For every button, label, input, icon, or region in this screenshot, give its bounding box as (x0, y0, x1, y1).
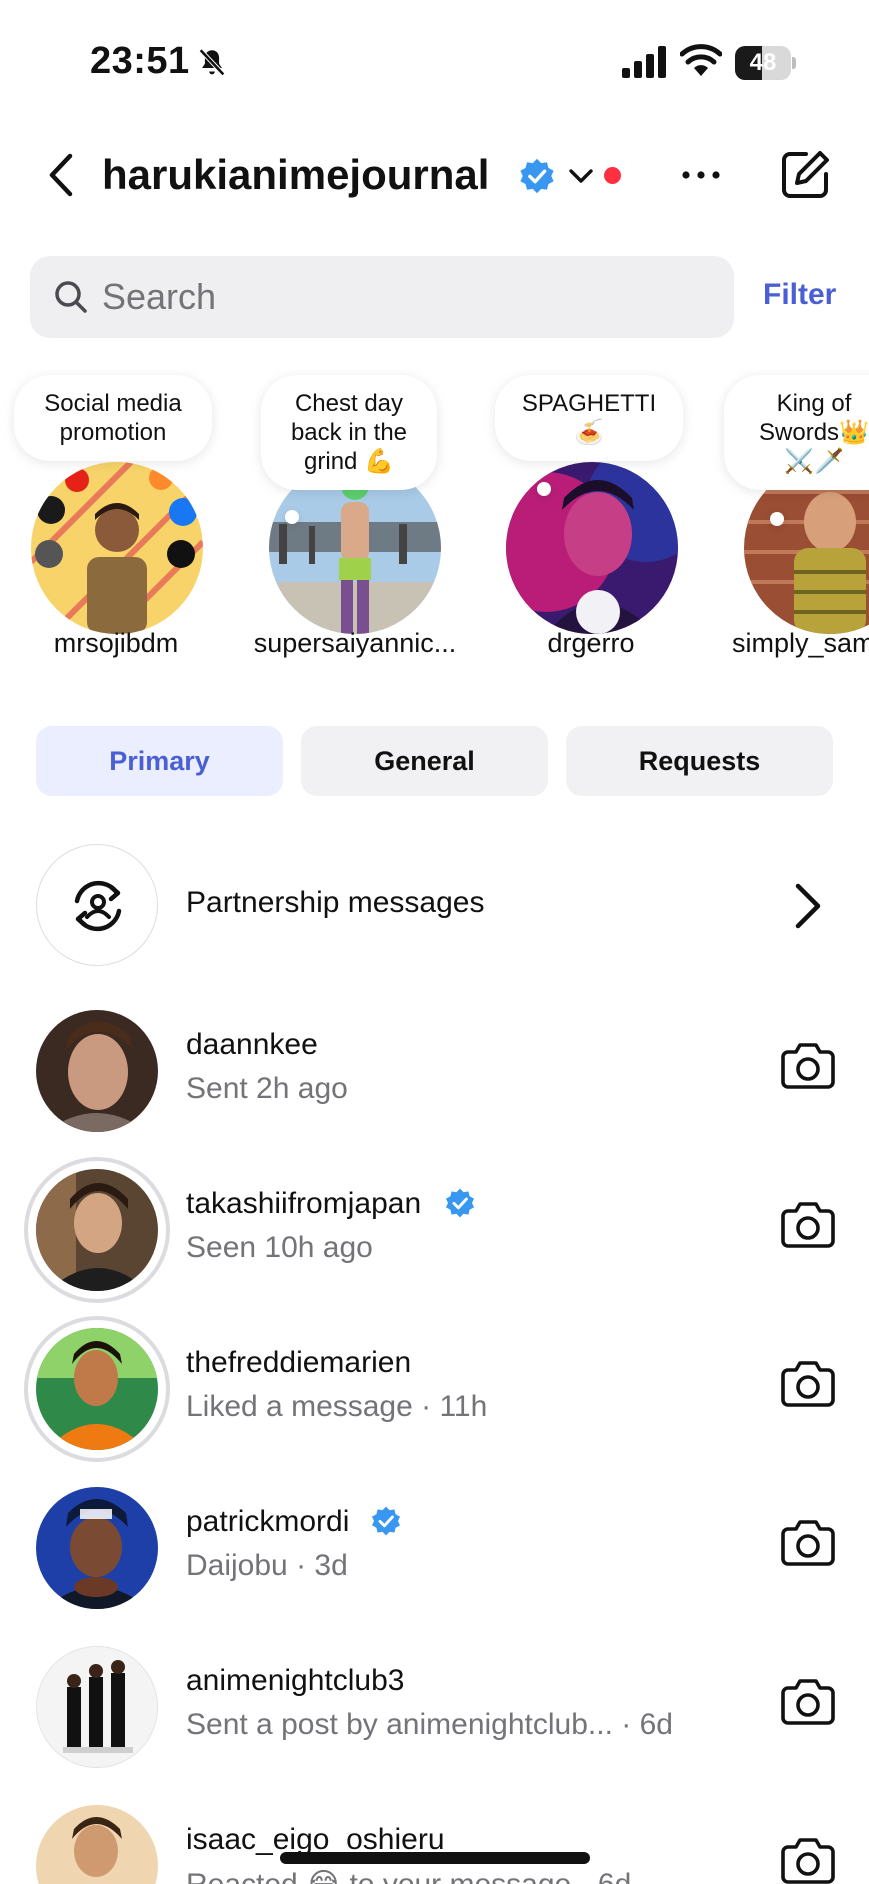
tab-general[interactable]: General (301, 726, 548, 796)
partnership-icon (74, 880, 122, 932)
avatar-image (37, 1647, 157, 1767)
partnership-messages-row[interactable]: Partnership messages (0, 838, 869, 978)
avatar[interactable] (36, 1805, 158, 1884)
conversation-row[interactable]: patrickmordi Daijobu · 3d (0, 1471, 869, 1621)
note-item[interactable]: Social media promotion mrsojibdm (0, 370, 230, 670)
conversation-row[interactable]: daannkee Sent 2h ago (0, 994, 869, 1144)
camera-icon[interactable] (780, 1676, 836, 1726)
inbox-header: harukianimejournal (0, 130, 869, 220)
conversation-row[interactable]: thefreddiemarien Liked a message · 11h (0, 1312, 869, 1462)
conversation-preview: Sent 2h ago (186, 1072, 348, 1105)
note-bubble-tail (285, 510, 299, 524)
avatar[interactable] (31, 462, 203, 634)
battery-percent: 48 (749, 49, 777, 76)
compose-message-icon[interactable] (778, 148, 832, 202)
battery-nub (792, 57, 796, 69)
battery-indicator: 48 (735, 46, 796, 80)
conversation-name: takashiifromjapan (186, 1187, 422, 1220)
conversation-preview: Daijobu · 3d (186, 1549, 348, 1582)
note-bubble[interactable]: King of Swords👑 ⚔️🗡️ (724, 375, 869, 490)
partnership-icon-container (36, 844, 158, 966)
note-username: drgerro (547, 628, 635, 658)
conversation-preview: Liked a message · 11h (186, 1390, 488, 1423)
note-bubble[interactable]: Social media promotion (14, 375, 212, 461)
conversation-name: patrickmordi (186, 1505, 350, 1538)
camera-icon[interactable] (780, 1199, 836, 1249)
conversation-preview: Seen 10h ago (186, 1231, 373, 1264)
note-username: mrsojibdm (53, 628, 179, 658)
avatar-image (36, 1487, 158, 1609)
avatar-image (36, 1805, 158, 1884)
bell-muted-icon (199, 48, 225, 76)
avatar[interactable] (36, 1010, 158, 1132)
filter-button[interactable]: Filter (763, 278, 836, 312)
note-username: supersaiyannic... (253, 628, 457, 658)
chevron-right-icon (795, 883, 821, 929)
conversation-name: thefreddiemarien (186, 1346, 412, 1379)
status-bar: 23:51 48 (0, 0, 869, 120)
conversation-preview: Sent a post by animenightclub... · 6d (186, 1708, 673, 1741)
tab-requests[interactable]: Requests (566, 726, 833, 796)
note-username: simply_sam (732, 628, 869, 658)
avatar[interactable] (36, 1328, 158, 1450)
partnership-label: Partnership messages (186, 886, 485, 919)
avatar[interactable] (506, 462, 678, 634)
camera-icon[interactable] (780, 1517, 836, 1567)
note-bubble[interactable]: Chest day back in the grind 💪 (261, 375, 437, 490)
camera-icon[interactable] (780, 1040, 836, 1090)
tab-primary[interactable]: Primary (36, 726, 283, 796)
verified-badge-icon (520, 158, 554, 194)
conversation-name: daannkee (186, 1028, 318, 1061)
avatar[interactable] (36, 1646, 158, 1768)
avatar-image (31, 462, 203, 634)
search-icon (55, 281, 87, 313)
battery-body: 48 (735, 46, 791, 80)
note-item[interactable]: Chest day back in the grind 💪 supersaiya… (237, 370, 477, 670)
notes-tray: Social media promotion mrsojibdm Chest d… (0, 370, 869, 670)
camera-icon[interactable] (780, 1358, 836, 1408)
note-item[interactable]: King of Swords👑 ⚔️🗡️ simply_sam (708, 370, 869, 670)
note-bubble[interactable]: SPAGHETTI 🍝 (495, 375, 683, 461)
account-switcher-name[interactable]: harukianimejournal (102, 150, 489, 200)
avatar-image (36, 1010, 158, 1132)
chevron-down-icon[interactable] (566, 163, 596, 189)
back-arrow-icon[interactable] (40, 150, 80, 200)
verified-badge-icon (372, 1506, 400, 1536)
search-input[interactable] (102, 256, 702, 338)
more-options-icon[interactable] (680, 160, 722, 190)
search-bar[interactable] (30, 256, 734, 338)
verified-badge-icon (446, 1188, 474, 1218)
note-bubble-tail (537, 482, 551, 496)
camera-icon[interactable] (780, 1835, 836, 1884)
conversation-name: animenightclub3 (186, 1664, 405, 1697)
status-time: 23:51 (90, 40, 190, 82)
avatar-image (36, 1328, 158, 1450)
conversation-row[interactable]: animenightclub3 Sent a post by animenigh… (0, 1630, 869, 1780)
notification-dot (604, 167, 621, 184)
avatar[interactable] (36, 1487, 158, 1609)
note-item[interactable]: SPAGHETTI 🍝 drgerro (475, 370, 705, 670)
avatar-image (506, 462, 678, 634)
avatar-image (36, 1169, 158, 1291)
conversation-row[interactable]: takashiifromjapan Seen 10h ago (0, 1153, 869, 1303)
home-indicator[interactable] (280, 1852, 590, 1864)
wifi-icon (680, 44, 722, 76)
conversation-preview: Reacted 😂 to your message · 6d (186, 1867, 631, 1884)
avatar[interactable] (36, 1169, 158, 1291)
conversation-row[interactable]: isaac_eigo_oshieru Reacted 😂 to your mes… (0, 1789, 869, 1884)
cellular-signal-icon (622, 46, 666, 78)
note-bubble-tail (770, 512, 784, 526)
